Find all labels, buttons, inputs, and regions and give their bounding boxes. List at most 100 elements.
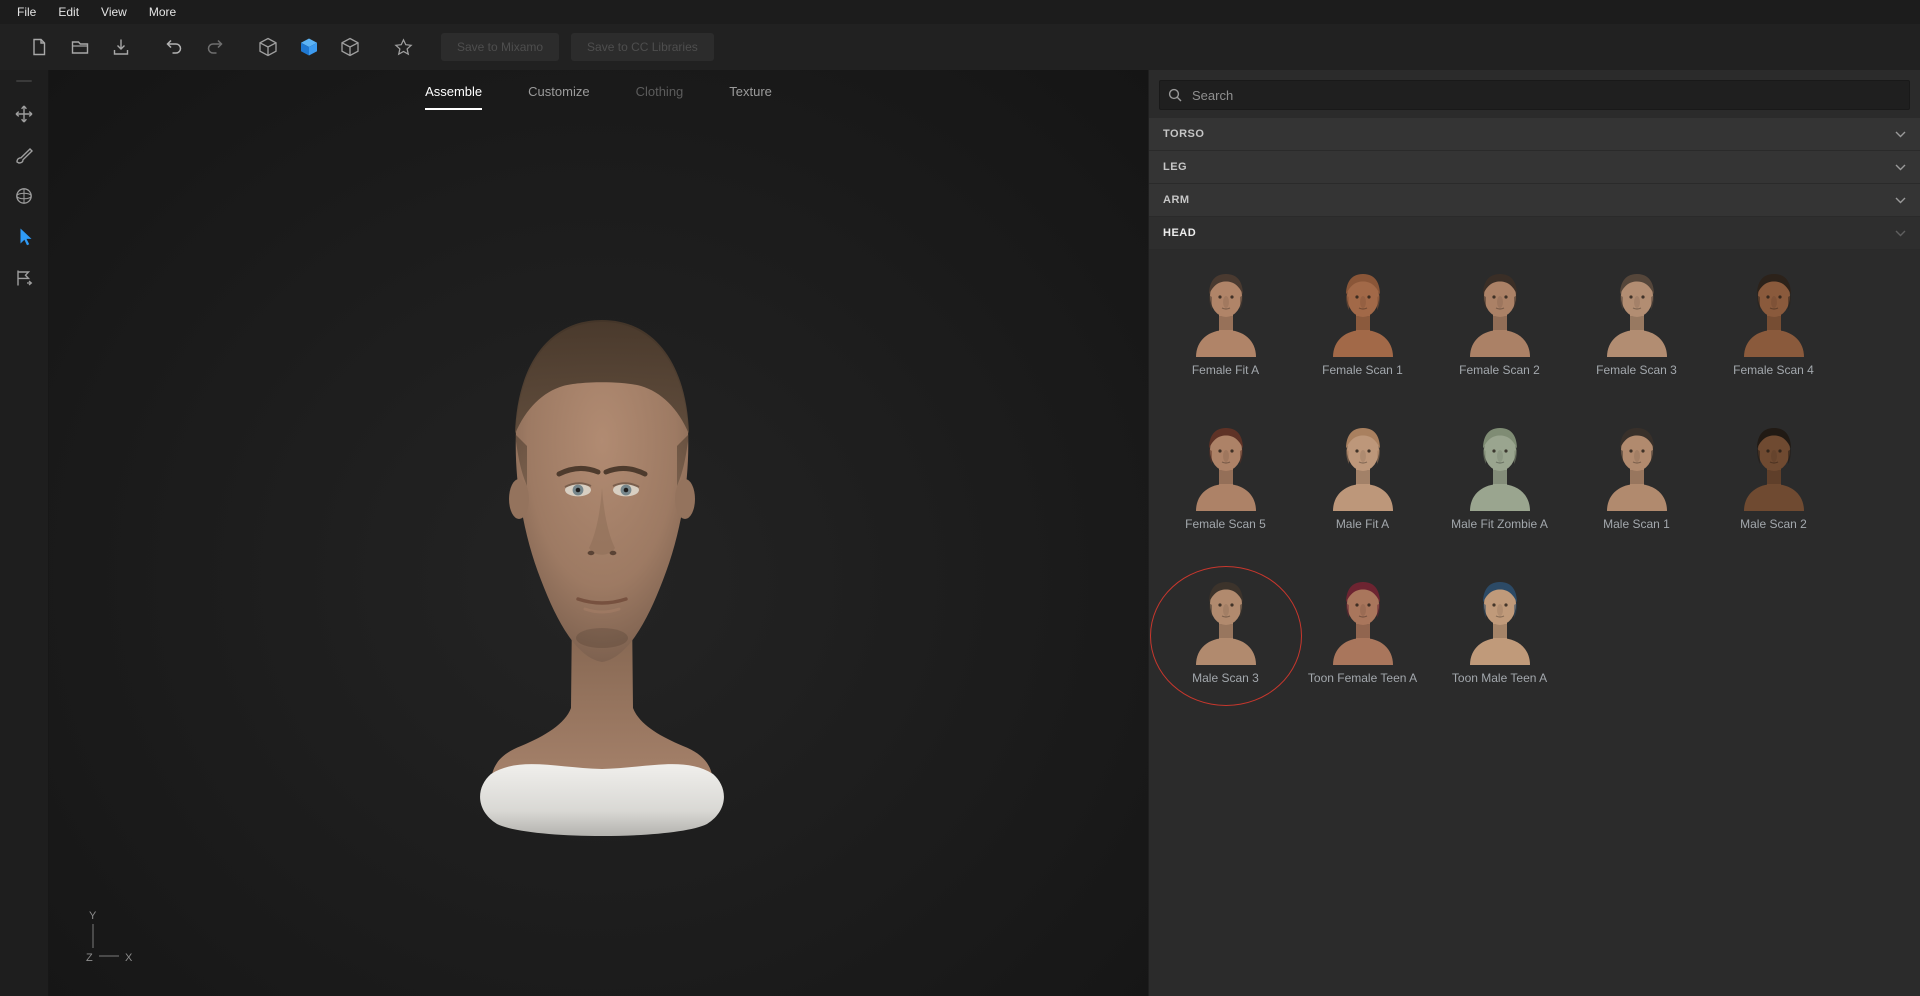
head-thumbnail bbox=[1183, 418, 1269, 514]
axis-y-label: Y bbox=[89, 910, 97, 922]
section-arm-label: ARM bbox=[1163, 194, 1190, 206]
import-icon bbox=[111, 37, 131, 57]
right-panel: TORSO LEG ARM HEAD Female Fit bbox=[1148, 70, 1920, 996]
redo-icon bbox=[205, 37, 225, 57]
head-thumbnail bbox=[1457, 572, 1543, 668]
cube-filled-blue-icon bbox=[298, 36, 320, 58]
sphere-tool-icon bbox=[14, 186, 34, 206]
head-item-label: Toon Female Teen A bbox=[1308, 671, 1417, 685]
head-thumbnail bbox=[1183, 264, 1269, 360]
new-document-icon bbox=[29, 37, 49, 57]
redo-button[interactable] bbox=[200, 32, 230, 62]
tool-sidebar bbox=[0, 70, 49, 996]
tab-clothing[interactable]: Clothing bbox=[636, 84, 684, 110]
menu-more[interactable]: More bbox=[138, 1, 187, 23]
head-item-label: Male Fit A bbox=[1336, 517, 1389, 531]
toolbar: Save to Mixamo Save to CC Libraries bbox=[0, 24, 1920, 70]
paint-tool-button[interactable] bbox=[8, 139, 40, 171]
head-item-label: Female Fit A bbox=[1192, 363, 1259, 377]
tab-assemble[interactable]: Assemble bbox=[425, 84, 482, 110]
head-item-label: Male Scan 3 bbox=[1192, 671, 1259, 685]
save-to-mixamo-button[interactable]: Save to Mixamo bbox=[441, 33, 559, 61]
head-thumbnail bbox=[1594, 264, 1680, 360]
head-thumbnail bbox=[1457, 418, 1543, 514]
move-tool-button[interactable] bbox=[8, 98, 40, 130]
head-thumbnail bbox=[1320, 264, 1406, 360]
move-tool-icon bbox=[14, 104, 34, 124]
open-folder-icon bbox=[70, 37, 90, 57]
head-grid: Female Fit A Female Scan 1 bbox=[1149, 250, 1920, 700]
star-icon bbox=[393, 37, 414, 58]
menu-edit[interactable]: Edit bbox=[47, 1, 90, 23]
head-item-female-scan-3[interactable]: Female Scan 3 bbox=[1568, 264, 1705, 392]
head-item-female-scan-2[interactable]: Female Scan 2 bbox=[1431, 264, 1568, 392]
section-torso-label: TORSO bbox=[1163, 128, 1204, 140]
head-item-female-scan-1[interactable]: Female Scan 1 bbox=[1294, 264, 1431, 392]
menu-file[interactable]: File bbox=[6, 1, 47, 23]
section-torso[interactable]: TORSO bbox=[1149, 118, 1920, 151]
section-head-label: HEAD bbox=[1163, 227, 1196, 239]
head-item-male-scan-1[interactable]: Male Scan 1 bbox=[1568, 418, 1705, 546]
assemble-cube-button[interactable] bbox=[253, 32, 283, 62]
tab-texture[interactable]: Texture bbox=[729, 84, 772, 110]
axis-x-label: X bbox=[125, 952, 133, 964]
head-item-female-scan-4[interactable]: Female Scan 4 bbox=[1705, 264, 1842, 392]
head-item-label: Toon Male Teen A bbox=[1452, 671, 1547, 685]
head-item-male-scan-2[interactable]: Male Scan 2 bbox=[1705, 418, 1842, 546]
head-item-label: Female Scan 1 bbox=[1322, 363, 1403, 377]
head-item-female-scan-5[interactable]: Female Scan 5 bbox=[1157, 418, 1294, 546]
new-document-button[interactable] bbox=[24, 32, 54, 62]
axis-gizmo: Y Z X bbox=[85, 908, 195, 966]
paint-tool-icon bbox=[14, 145, 34, 165]
sidebar-drag-handle[interactable] bbox=[16, 80, 32, 82]
head-item-male-scan-3[interactable]: Male Scan 3 bbox=[1157, 572, 1294, 700]
search-input[interactable] bbox=[1159, 80, 1910, 110]
menu-view[interactable]: View bbox=[90, 1, 138, 23]
search-bar bbox=[1159, 80, 1910, 110]
viewport-3d[interactable]: Assemble Customize Clothing Texture bbox=[49, 70, 1148, 996]
undo-button[interactable] bbox=[159, 32, 189, 62]
section-arm[interactable]: ARM bbox=[1149, 184, 1920, 217]
head-item-label: Male Scan 2 bbox=[1740, 517, 1807, 531]
character-head-model bbox=[435, 316, 769, 851]
preview-cube-button[interactable] bbox=[335, 32, 365, 62]
head-thumbnail bbox=[1320, 418, 1406, 514]
chevron-down-icon bbox=[1895, 164, 1906, 171]
head-item-label: Female Scan 4 bbox=[1733, 363, 1814, 377]
chevron-down-icon bbox=[1895, 131, 1906, 138]
head-thumbnail bbox=[1457, 264, 1543, 360]
section-leg[interactable]: LEG bbox=[1149, 151, 1920, 184]
sphere-tool-button[interactable] bbox=[8, 180, 40, 212]
open-folder-button[interactable] bbox=[65, 32, 95, 62]
head-thumbnail bbox=[1183, 572, 1269, 668]
head-item-label: Female Scan 2 bbox=[1459, 363, 1540, 377]
tab-customize[interactable]: Customize bbox=[528, 84, 589, 110]
section-leg-label: LEG bbox=[1163, 161, 1187, 173]
head-thumbnail bbox=[1594, 418, 1680, 514]
head-item-label: Female Scan 5 bbox=[1185, 517, 1266, 531]
select-tool-icon bbox=[14, 227, 34, 247]
head-thumbnail bbox=[1731, 264, 1817, 360]
select-tool-button[interactable] bbox=[8, 221, 40, 253]
import-button[interactable] bbox=[106, 32, 136, 62]
pose-tool-button[interactable] bbox=[8, 262, 40, 294]
mode-tabs: Assemble Customize Clothing Texture bbox=[49, 84, 1148, 110]
search-icon bbox=[1168, 88, 1182, 102]
section-head[interactable]: HEAD bbox=[1149, 217, 1920, 250]
head-thumbnail bbox=[1731, 418, 1817, 514]
chevron-down-icon bbox=[1895, 197, 1906, 204]
save-to-cc-libraries-button[interactable]: Save to CC Libraries bbox=[571, 33, 714, 61]
head-item-toon-female-teen-a[interactable]: Toon Female Teen A bbox=[1294, 572, 1431, 700]
favorites-button[interactable] bbox=[388, 32, 418, 62]
active-cube-button[interactable] bbox=[294, 32, 324, 62]
head-item-male-fit-a[interactable]: Male Fit A bbox=[1294, 418, 1431, 546]
head-item-label: Female Scan 3 bbox=[1596, 363, 1677, 377]
head-thumbnail bbox=[1320, 572, 1406, 668]
undo-icon bbox=[164, 37, 184, 57]
cube-outline-icon bbox=[339, 36, 361, 58]
pose-tool-icon bbox=[14, 268, 34, 288]
head-item-female-fit-a[interactable]: Female Fit A bbox=[1157, 264, 1294, 392]
head-item-toon-male-teen-a[interactable]: Toon Male Teen A bbox=[1431, 572, 1568, 700]
chevron-down-icon bbox=[1895, 230, 1906, 237]
head-item-male-fit-zombie-a[interactable]: Male Fit Zombie A bbox=[1431, 418, 1568, 546]
